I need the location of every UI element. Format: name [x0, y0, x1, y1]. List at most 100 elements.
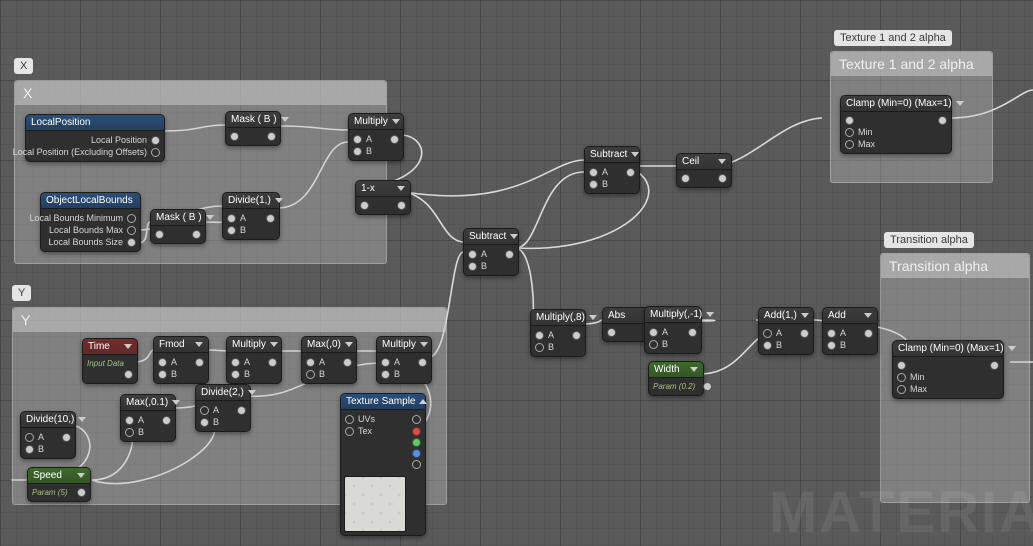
input-pin-b[interactable] — [763, 341, 772, 350]
node-multiply-1[interactable]: Multiply A B — [348, 113, 404, 161]
input-pin-b[interactable] — [227, 226, 236, 235]
node-time[interactable]: Time Input Data — [82, 338, 138, 384]
input-pin[interactable] — [845, 116, 854, 125]
output-pin-b[interactable] — [412, 449, 421, 458]
chevron-down-icon[interactable] — [690, 367, 698, 372]
input-pin-b[interactable] — [306, 370, 315, 379]
comment-tab-x[interactable]: X — [14, 58, 33, 74]
output-pin-a[interactable] — [412, 460, 421, 469]
input-pin-b[interactable] — [125, 428, 134, 437]
node-multiply-8[interactable]: Multiply(,8) A B — [530, 309, 586, 357]
node-subtract-upper[interactable]: Subtract A B — [584, 146, 640, 194]
input-pin[interactable] — [681, 174, 690, 183]
node-subtract-lower[interactable]: Subtract A B — [463, 228, 519, 276]
chevron-down-icon[interactable] — [864, 313, 872, 318]
chevron-down-icon[interactable] — [270, 342, 278, 347]
output-pin[interactable] — [237, 406, 246, 415]
output-pin[interactable] — [505, 250, 514, 259]
input-pin[interactable] — [230, 132, 239, 141]
chevron-down-icon[interactable] — [77, 473, 85, 478]
input-pin-a[interactable] — [231, 358, 240, 367]
output-pin[interactable] — [397, 201, 406, 210]
input-pin-b[interactable] — [381, 370, 390, 379]
input-pin[interactable] — [360, 201, 369, 210]
input-pin-b[interactable] — [200, 418, 209, 427]
node-width[interactable]: Width Param (0.2) — [648, 361, 704, 396]
node-speed[interactable]: Speed Param (5) — [27, 467, 91, 502]
chevron-down-icon[interactable] — [345, 342, 353, 347]
chevron-down-icon[interactable] — [248, 390, 256, 395]
output-pin[interactable] — [162, 416, 171, 425]
input-pin-min[interactable] — [845, 128, 854, 137]
node-max-01[interactable]: Max(,0.1) A B — [120, 394, 176, 442]
output-pin[interactable] — [688, 328, 697, 337]
input-pin-b[interactable] — [589, 180, 598, 189]
output-pin[interactable] — [626, 168, 635, 177]
output-pin[interactable] — [266, 214, 275, 223]
output-pin[interactable] — [124, 370, 133, 379]
input-pin-a[interactable] — [649, 328, 658, 337]
input-pin-a[interactable] — [158, 358, 167, 367]
input-pin-a[interactable] — [306, 358, 315, 367]
input-pin-b[interactable] — [353, 147, 362, 156]
chevron-down-icon[interactable] — [510, 234, 518, 239]
chevron-down-icon[interactable] — [78, 417, 86, 422]
output-pin[interactable] — [77, 488, 86, 497]
node-objectlocalbounds[interactable]: ObjectLocalBounds Local Bounds Minimum L… — [40, 192, 141, 252]
output-pin-g[interactable] — [412, 438, 421, 447]
node-multiply-neg1[interactable]: Multiply(,-1) A B — [644, 306, 702, 354]
chevron-down-icon[interactable] — [206, 215, 214, 220]
output-pin[interactable] — [572, 331, 581, 340]
output-pin[interactable] — [268, 358, 277, 367]
node-clamp-1[interactable]: Clamp (Min=0) (Max=1) Min Max — [840, 95, 952, 154]
chevron-down-icon[interactable] — [956, 101, 964, 106]
chevron-down-icon[interactable] — [718, 159, 726, 164]
chevron-down-icon[interactable] — [397, 186, 405, 191]
input-pin-a[interactable] — [827, 329, 836, 338]
output-pin[interactable] — [343, 358, 352, 367]
chevron-down-icon[interactable] — [1008, 346, 1016, 351]
input-pin-b[interactable] — [158, 370, 167, 379]
node-multiply-3[interactable]: Multiply A B — [376, 336, 432, 384]
node-divide-2[interactable]: Divide(2,) A B — [195, 384, 251, 432]
chevron-down-icon[interactable] — [420, 342, 428, 347]
input-pin-max[interactable] — [845, 140, 854, 149]
node-ceil[interactable]: Ceil — [676, 153, 732, 188]
node-divide-10[interactable]: Divide(10,) A B — [20, 411, 76, 459]
output-pin[interactable] — [62, 433, 71, 442]
output-pin[interactable] — [267, 132, 276, 141]
input-pin-min[interactable] — [897, 373, 906, 382]
node-multiply-2[interactable]: Multiply A B — [226, 336, 282, 384]
input-pin-b[interactable] — [535, 343, 544, 352]
chevron-down-icon[interactable] — [172, 400, 180, 405]
input-pin-tex[interactable] — [345, 427, 354, 436]
node-add-1[interactable]: Add(1,) A B — [758, 307, 814, 355]
input-pin-a[interactable] — [353, 135, 362, 144]
chevron-down-icon[interactable] — [392, 119, 400, 124]
output-pin[interactable] — [800, 329, 809, 338]
chevron-down-icon[interactable] — [631, 152, 639, 157]
input-pin-a[interactable] — [381, 358, 390, 367]
input-pin-a[interactable] — [763, 329, 772, 338]
chevron-down-icon[interactable] — [801, 313, 809, 318]
input-pin-b[interactable] — [649, 340, 658, 349]
chevron-down-icon[interactable] — [124, 344, 132, 349]
chevron-up-icon[interactable] — [419, 399, 427, 404]
input-pin[interactable] — [155, 230, 164, 239]
output-pin[interactable] — [127, 238, 136, 247]
input-pin-b[interactable] — [25, 445, 34, 454]
output-pin[interactable] — [151, 136, 160, 145]
node-fmod[interactable]: Fmod A B — [153, 336, 209, 384]
input-pin-a[interactable] — [535, 331, 544, 340]
output-pin-r[interactable] — [412, 427, 421, 436]
chevron-down-icon[interactable] — [706, 312, 714, 317]
chevron-down-icon[interactable] — [275, 198, 283, 203]
output-pin[interactable] — [864, 329, 873, 338]
input-pin-a[interactable] — [25, 433, 34, 442]
chevron-down-icon[interactable] — [589, 315, 597, 320]
node-mask-b-1[interactable]: Mask ( B ) — [225, 111, 281, 146]
node-clamp-2[interactable]: Clamp (Min=0) (Max=1) Min Max — [892, 340, 1004, 399]
input-pin-a[interactable] — [227, 214, 236, 223]
comment-tab-tex[interactable]: Texture 1 and 2 alpha — [834, 30, 952, 46]
input-pin-uvs[interactable] — [345, 415, 354, 424]
